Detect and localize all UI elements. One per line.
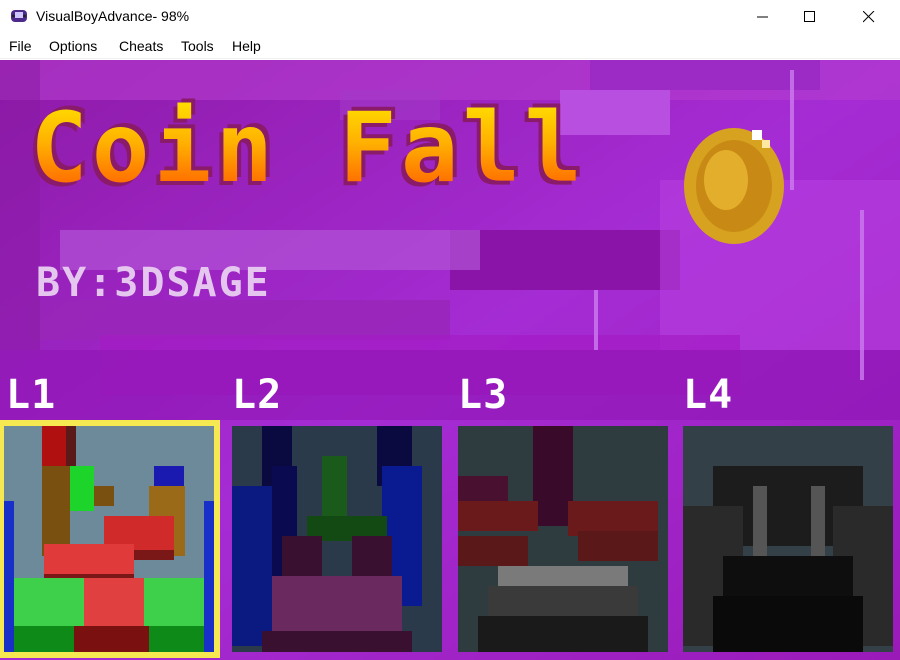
coin-icon [684,128,784,244]
menu-help[interactable]: Help [232,38,261,54]
level-label-1: L1 [6,372,57,418]
game-byline: BY:3DSAGE [36,260,271,306]
game-screen[interactable]: Coin Fall BY:3DSAGE L1 L2 L3 L4 [0,60,900,660]
level-tile-3[interactable] [458,426,668,652]
level-tile-1[interactable] [0,420,220,658]
level-tile-2[interactable] [232,426,442,652]
level-label-2: L2 [232,372,283,418]
close-button[interactable] [846,0,892,33]
menu-options[interactable]: Options [49,38,97,54]
game-title: Coin Fall [30,92,587,204]
level-label-3: L3 [458,372,509,418]
menu-bar: File Options Cheats Tools Help [0,33,900,59]
menu-file[interactable]: File [9,38,32,54]
minimize-icon [757,16,768,18]
window-title: VisualBoyAdvance- 98% [36,8,190,24]
level-tile-4[interactable] [683,426,893,652]
level-1-preview [4,426,214,652]
level-4-preview [683,426,893,652]
level-3-preview [458,426,668,652]
level-label-4: L4 [683,372,734,418]
close-icon [863,11,875,23]
minimize-button[interactable] [740,0,786,33]
menu-cheats[interactable]: Cheats [119,38,163,54]
maximize-icon [804,11,815,22]
maximize-button[interactable] [787,0,833,33]
menu-tools[interactable]: Tools [181,38,214,54]
gameboy-icon [11,10,27,22]
level-2-preview [232,426,442,652]
title-bar: VisualBoyAdvance- 98% [0,0,900,33]
